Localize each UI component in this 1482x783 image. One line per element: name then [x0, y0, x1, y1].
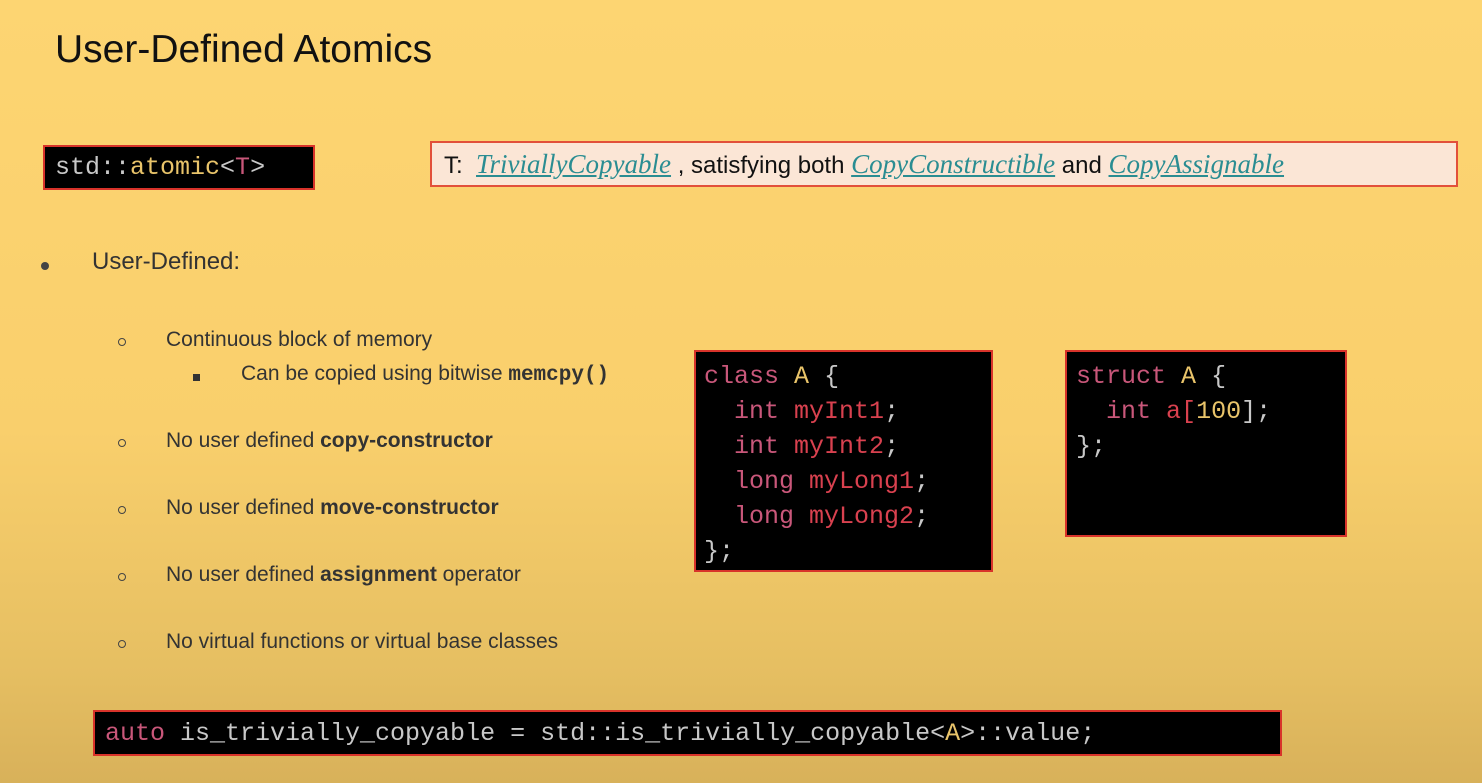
code-text: long [734, 467, 795, 496]
item-text: operator [436, 563, 521, 586]
item-bold: copy-constructor [320, 429, 493, 452]
code-text: 100 [1196, 397, 1242, 426]
code-text: A [1181, 362, 1197, 391]
item-text: No virtual functions or virtual base cla… [166, 630, 559, 653]
item-text: Continuous block of memory [166, 328, 433, 351]
code-text: { [824, 362, 840, 391]
trivially-copyable-link[interactable]: TriviallyCopyable [476, 149, 671, 179]
square-bullet [193, 374, 200, 381]
requirement-text: and [1061, 152, 1102, 179]
bullet-dot [41, 262, 49, 270]
code-text: A [945, 719, 961, 748]
code-text: > [250, 153, 266, 182]
item-text: Can be copied using bitwise [241, 362, 509, 385]
code-text: myInt1 [794, 397, 885, 426]
code-text: T [235, 153, 251, 182]
item-text: No user defined [166, 563, 321, 586]
code-text: ]; [1241, 397, 1272, 426]
code-text: }; [704, 537, 735, 566]
ring-bullet [118, 573, 126, 581]
slide-title: User-Defined Atomics [55, 28, 433, 71]
atomic-code-box: std::atomic<T> [43, 145, 315, 190]
list-item: Continuous block of memory [166, 328, 432, 352]
item-text: No user defined [166, 496, 321, 519]
code-text: is_trivially_copyable = std::is_triviall… [165, 719, 946, 748]
code-text: int [734, 397, 780, 426]
code-text: atomic [130, 153, 221, 182]
ring-bullet [118, 640, 126, 648]
code-text: myInt2 [794, 432, 885, 461]
copy-assignable-link[interactable]: CopyAssignable [1109, 149, 1285, 179]
sub-list-item: Can be copied using bitwise memcpy() [241, 362, 609, 387]
code-text: long [734, 502, 795, 531]
ring-bullet [118, 439, 126, 447]
code-text: std:: [55, 153, 131, 182]
code-text: int [1106, 397, 1152, 426]
copy-constructible-link[interactable]: CopyConstructible [851, 149, 1055, 179]
code-text: auto [105, 719, 166, 748]
requirement-box: T: TriviallyCopyable , satisfying both C… [430, 141, 1458, 187]
item-bold: assignment [320, 563, 437, 586]
code-text: < [220, 153, 236, 182]
struct-code-box: struct A { int a[100];}; [1065, 350, 1347, 537]
code-text: }; [1076, 432, 1107, 461]
list-item: No user defined move-constructor [166, 496, 499, 520]
list-item: No user defined assignment operator [166, 563, 521, 587]
code-text: myLong1 [809, 467, 915, 496]
code-text: a[ [1166, 397, 1197, 426]
requirement-label: T: [444, 152, 463, 179]
class-code-box: class A { int myInt1; int myInt2; long m… [694, 350, 993, 572]
code-text: >::value; [960, 719, 1096, 748]
ring-bullet [118, 338, 126, 346]
requirement-text: , satisfying both [677, 152, 845, 179]
code-text: { [1211, 362, 1227, 391]
bullet-user-defined: User-Defined: [92, 248, 241, 275]
code-text: struct [1076, 362, 1167, 391]
code-text: int [734, 432, 780, 461]
ring-bullet [118, 506, 126, 514]
code-text: class [704, 362, 780, 391]
memcpy-code: memcpy() [508, 364, 610, 387]
code-text: myLong2 [809, 502, 915, 531]
item-bold: move-constructor [320, 496, 499, 519]
item-text: No user defined [166, 429, 321, 452]
code-text: A [794, 362, 810, 391]
trivially-copyable-code-box: auto is_trivially_copyable = std::is_tri… [93, 710, 1282, 756]
list-item: No user defined copy-constructor [166, 429, 493, 453]
list-item: No virtual functions or virtual base cla… [166, 630, 558, 654]
